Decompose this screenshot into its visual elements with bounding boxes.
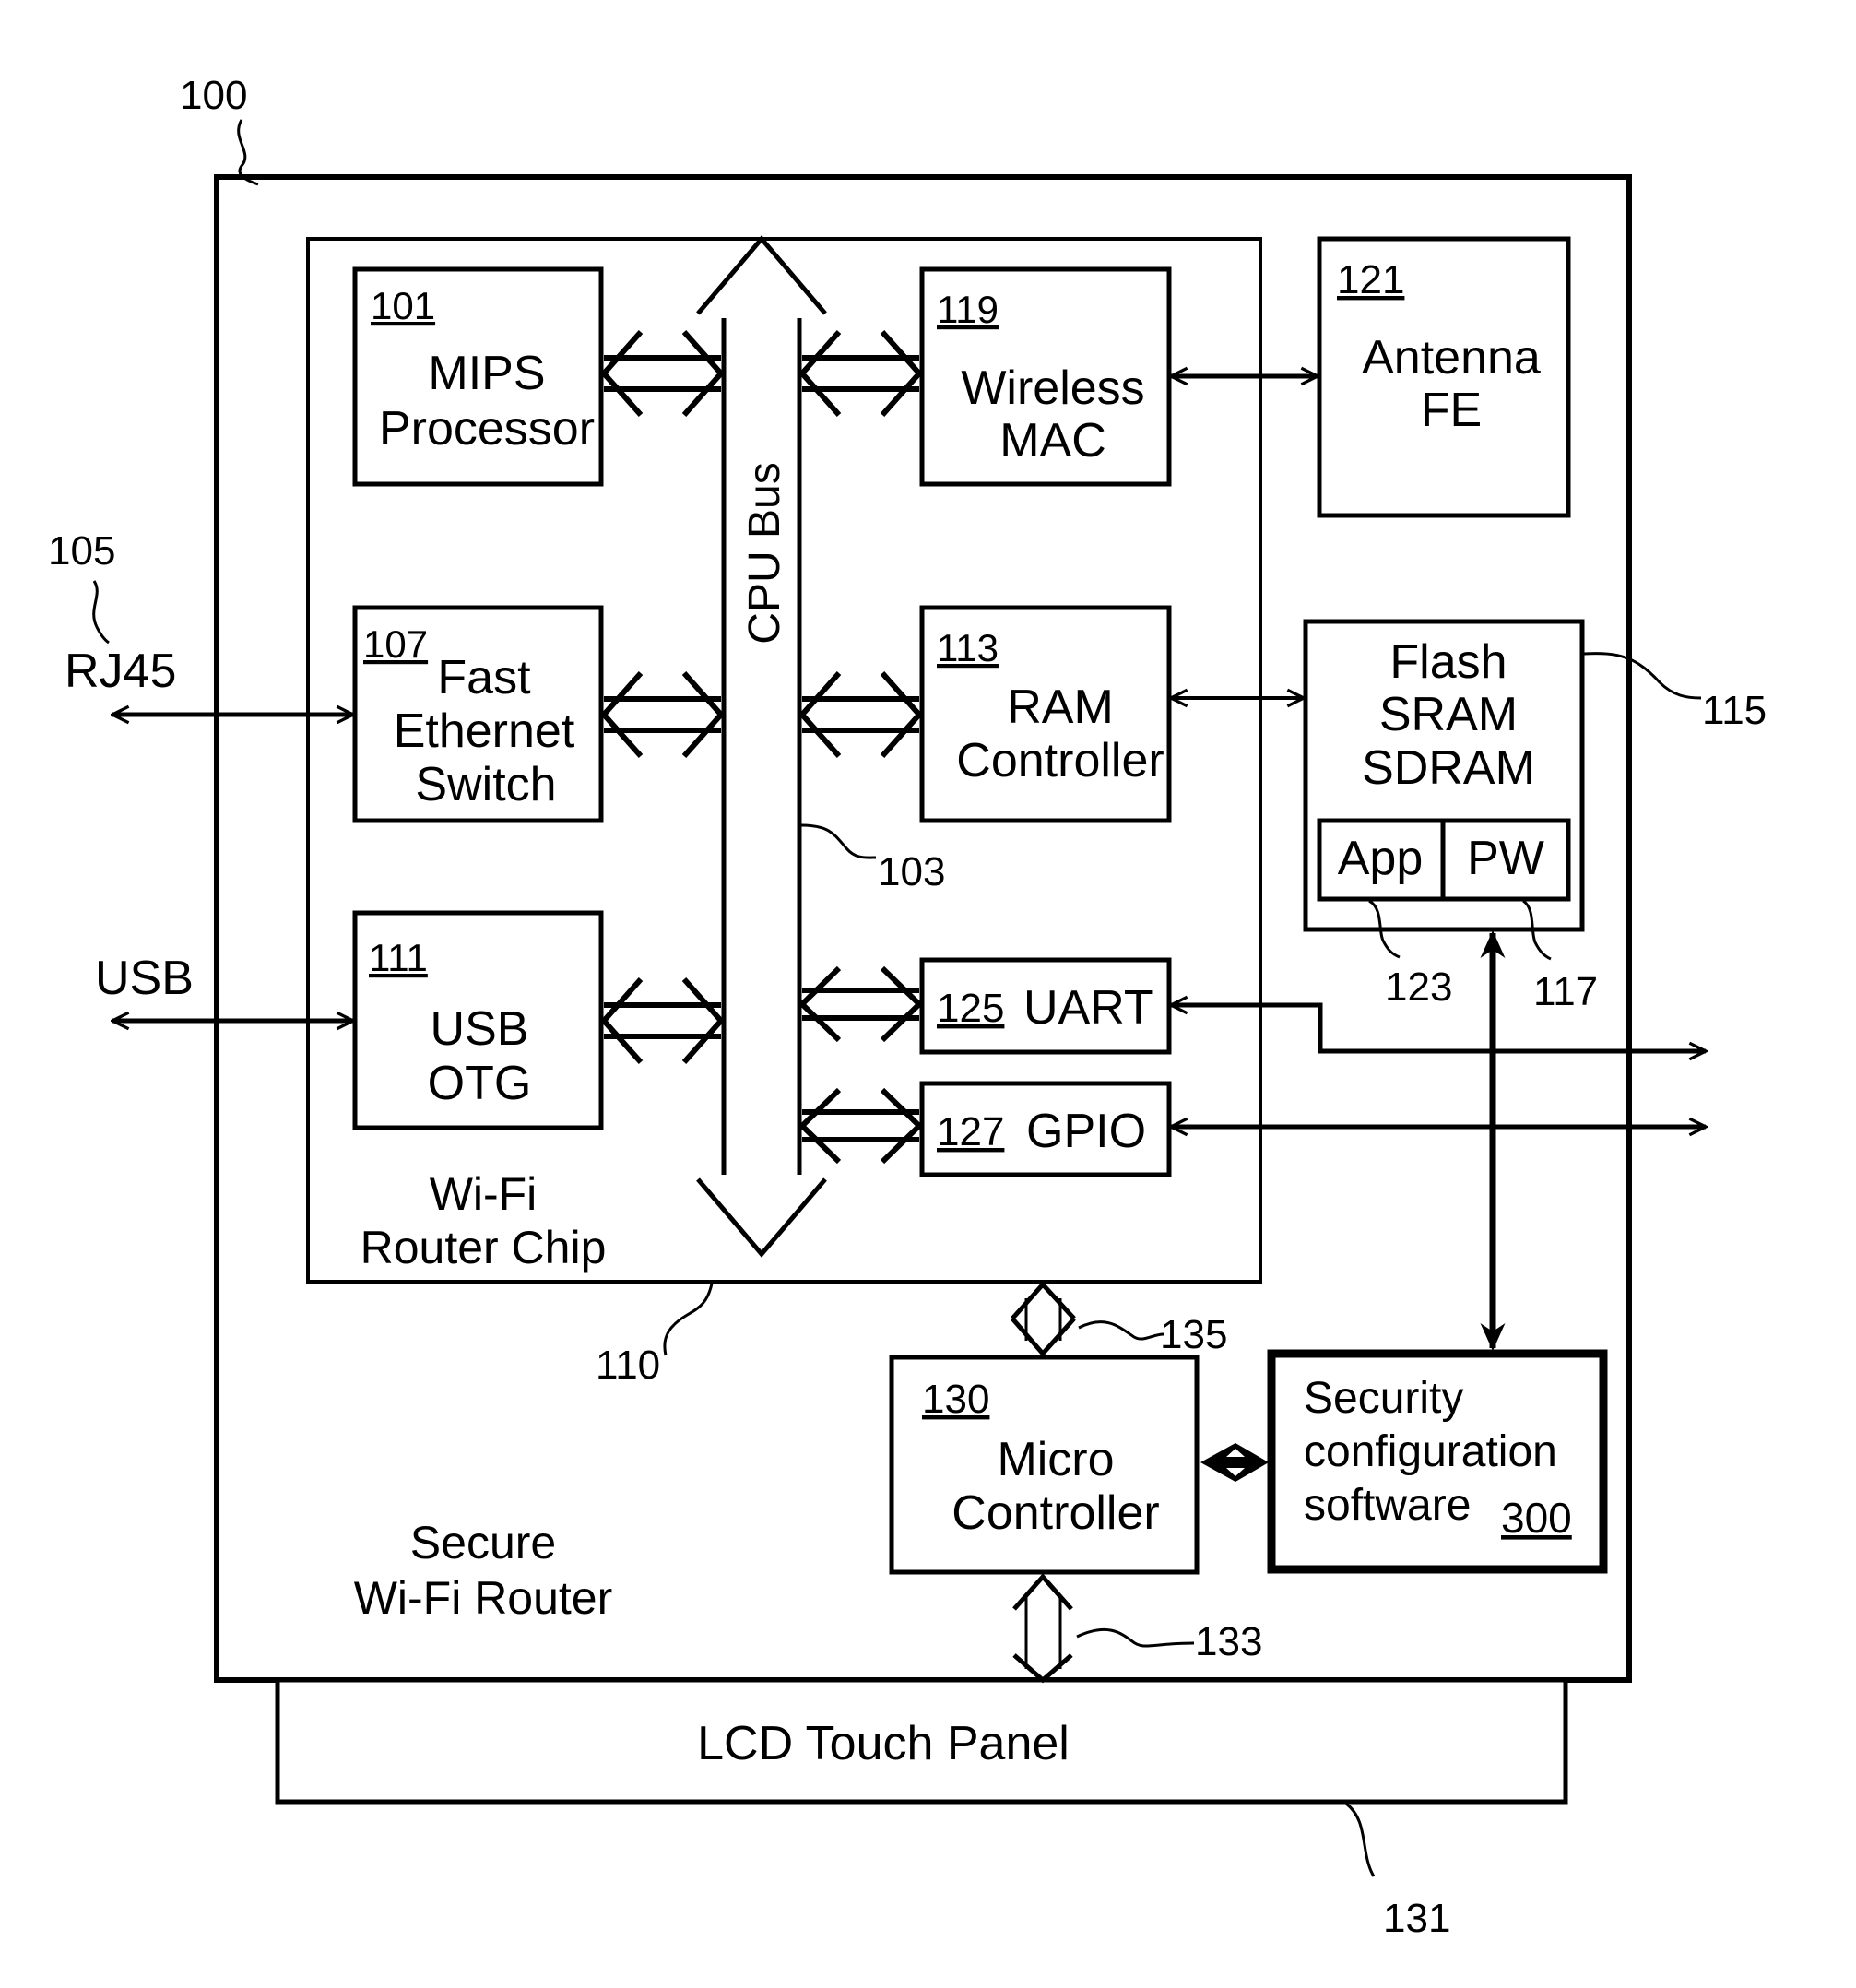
lcd-touch-panel: LCD Touch Panel 131 [275, 1677, 1568, 1941]
antenna-label-line1: Antenna [1362, 331, 1541, 385]
ref-105: 105 [48, 528, 115, 574]
ethernet-label-line3: Switch [415, 758, 556, 811]
block-wireless-mac: 119 Wireless MAC [919, 266, 1172, 487]
ref-113: 113 [937, 626, 999, 669]
antenna-label-line2: FE [1421, 384, 1482, 437]
mips-label-line1: MIPS [428, 347, 545, 400]
device-label-line1: Secure [410, 1517, 556, 1568]
security-label-line2: configuration [1304, 1427, 1557, 1476]
wireless-mac-label-line2: MAC [999, 414, 1106, 467]
ref-100: 100 [180, 73, 247, 118]
ref-127: 127 [937, 1109, 1004, 1154]
uart-label: UART [1023, 981, 1153, 1035]
ref-123: 123 [1385, 964, 1452, 1010]
ref-119: 119 [937, 288, 999, 331]
device-label-line2: Wi-Fi Router [354, 1572, 613, 1624]
ram-controller-label-line2: Controller [956, 734, 1164, 787]
memory-pw-label: PW [1467, 832, 1544, 885]
ref-115: 115 [1702, 688, 1767, 733]
ethernet-label-line2: Ethernet [394, 704, 575, 758]
ref-117: 117 [1533, 969, 1598, 1014]
gpio-label: GPIO [1026, 1105, 1146, 1158]
usb-port-label: USB [95, 952, 194, 1005]
ref-107: 107 [363, 622, 428, 666]
wifi-router-block-diagram: 100 Secure Wi-Fi Router LCD Touch Panel … [48, 73, 1767, 1941]
block-uart: 125 UART [919, 957, 1172, 1055]
ref-133: 133 [1195, 1619, 1262, 1664]
leader-105 [92, 580, 110, 645]
ref-135: 135 [1160, 1312, 1227, 1357]
security-label-line1: Security [1304, 1374, 1463, 1423]
rj45-label: RJ45 [65, 645, 176, 698]
mcu-label-line2: Controller [952, 1486, 1159, 1540]
ref-130: 130 [922, 1377, 989, 1422]
block-mips-processor: 101 MIPS Processor [352, 266, 604, 487]
security-label-line3: software [1304, 1481, 1471, 1530]
external-port-labels: 105 RJ45 USB [48, 528, 194, 1005]
block-security-configuration-software: Security configuration software 300 [1267, 1349, 1608, 1574]
ref-110: 110 [596, 1343, 660, 1388]
memory-label-line3: SDRAM [1362, 741, 1535, 795]
wireless-mac-label-line1: Wireless [961, 361, 1144, 415]
ref-131: 131 [1383, 1896, 1450, 1941]
ref-103: 103 [878, 849, 945, 894]
ram-controller-label-line1: RAM [1007, 680, 1114, 734]
ref-121: 121 [1337, 257, 1404, 302]
chip-label-line1: Wi-Fi [430, 1168, 538, 1220]
ref-300: 300 [1501, 1494, 1572, 1542]
mips-label-line2: Processor [379, 402, 595, 456]
lcd-panel-label: LCD Touch Panel [697, 1717, 1070, 1770]
memory-app-label: App [1338, 832, 1424, 885]
leader-131 [1345, 1802, 1376, 1877]
block-usb-otg: 111 USB OTG [352, 910, 604, 1130]
usb-otg-label-line1: USB [431, 1002, 529, 1056]
block-fast-ethernet-switch: 107 Fast Ethernet Switch [352, 605, 604, 823]
chip-label-line2: Router Chip [361, 1222, 607, 1273]
cpu-bus-label: CPU Bus [740, 462, 789, 644]
ref-101: 101 [371, 284, 435, 327]
block-antenna-fe: 121 Antenna FE [1317, 236, 1571, 518]
memory-label-line1: Flash [1389, 635, 1507, 689]
block-ram-controller: 113 RAM Controller [919, 605, 1172, 823]
block-micro-controller: 130 Micro Controller [889, 1355, 1200, 1575]
ref-125: 125 [937, 986, 1004, 1031]
block-gpio: 127 GPIO [919, 1081, 1172, 1177]
memory-label-line2: SRAM [1379, 688, 1518, 741]
ref-111: 111 [369, 936, 428, 979]
mcu-label-line1: Micro [997, 1433, 1114, 1486]
usb-otg-label-line2: OTG [428, 1057, 532, 1110]
ethernet-label-line1: Fast [437, 651, 531, 704]
